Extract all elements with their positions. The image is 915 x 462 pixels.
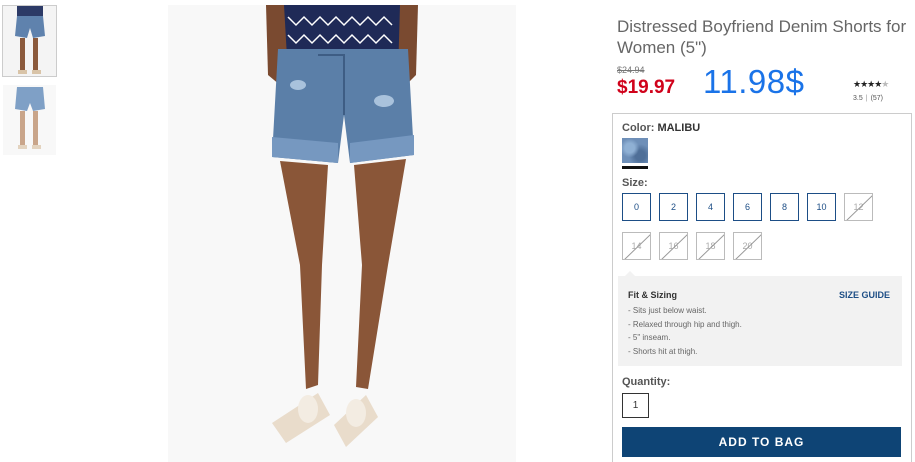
color-swatch-malibu[interactable] (622, 138, 648, 163)
fit-details-list: - Sits just below waist. - Relaxed throu… (628, 304, 742, 358)
overlay-price: 11.98$ (703, 63, 805, 100)
quantity-input[interactable] (622, 393, 649, 418)
fit-sizing-title: Fit & Sizing (628, 290, 677, 300)
rating-separator: | (865, 95, 868, 102)
fit-detail: - Sits just below waist. (628, 306, 707, 315)
product-main-image[interactable] (168, 5, 516, 462)
sale-price: $19.97 (617, 77, 676, 98)
size-label: Size: (622, 177, 648, 189)
size-option-4[interactable]: 4 (696, 193, 725, 221)
filled-stars: ★★★★ (853, 79, 882, 89)
rating-value: 3.5 (853, 95, 863, 102)
thumbnail-front[interactable] (2, 5, 57, 77)
product-photo (168, 5, 516, 462)
product-title: Distressed Boyfriend Denim Shorts for Wo… (617, 17, 907, 57)
size-guide-link[interactable]: SIZE GUIDE (839, 290, 890, 300)
thumbnail-front-image (3, 6, 56, 76)
size-option-8[interactable]: 8 (770, 193, 799, 221)
color-label-text: Color: (622, 122, 655, 134)
size-option-18-unavailable[interactable]: 18 (696, 232, 725, 260)
size-option-20-unavailable[interactable]: 20 (733, 232, 762, 260)
original-price: $24.94 (617, 65, 645, 75)
thumbnail-back-image (3, 85, 56, 155)
size-option-6[interactable]: 6 (733, 193, 762, 221)
product-page: Distressed Boyfriend Denim Shorts for Wo… (0, 0, 915, 462)
add-to-bag-button[interactable]: ADD TO BAG (622, 427, 901, 457)
size-option-16-unavailable[interactable]: 16 (659, 232, 688, 260)
size-option-2[interactable]: 2 (659, 193, 688, 221)
size-option-12-unavailable[interactable]: 12 (844, 193, 873, 221)
quantity-label: Quantity: (622, 376, 671, 388)
size-option-0[interactable]: 0 (622, 193, 651, 221)
fit-detail: - 5" inseam. (628, 333, 671, 343)
selected-swatch-indicator (622, 166, 648, 169)
fit-detail: - Shorts hit at thigh. (628, 346, 698, 356)
fit-detail: - Relaxed through hip and thigh. (628, 319, 742, 329)
rating-stars[interactable]: ★★★★★ (853, 79, 889, 90)
review-count: (57) (870, 95, 884, 102)
rating-summary[interactable]: 3.5 | (57) (853, 95, 883, 102)
empty-star: ★ (881, 79, 889, 89)
color-value: MALIBU (657, 122, 701, 134)
size-option-14-unavailable[interactable]: 14 (622, 232, 651, 260)
size-option-10[interactable]: 10 (807, 193, 836, 221)
thumbnail-back[interactable] (2, 84, 57, 156)
color-label: Color: MALIBU (622, 122, 700, 134)
